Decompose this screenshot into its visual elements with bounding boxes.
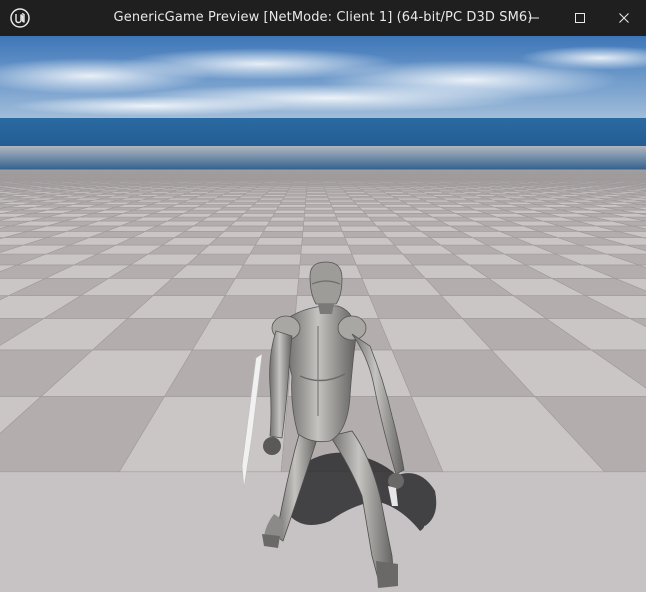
floor-tile: [210, 295, 298, 319]
minimize-icon: [529, 17, 539, 19]
game-scene: [0, 36, 646, 592]
floor-tile: [234, 264, 301, 279]
maximize-button[interactable]: [560, 0, 600, 36]
title-bar[interactable]: GenericGame Preview [NetMode: Client 1] …: [0, 0, 646, 36]
floor-tile: [224, 278, 300, 296]
close-button[interactable]: [604, 0, 644, 36]
game-viewport[interactable]: [0, 36, 646, 592]
minimize-button[interactable]: [514, 0, 554, 36]
close-icon: [619, 13, 629, 23]
maximize-icon: [575, 13, 585, 23]
game-preview-window: GenericGame Preview [NetMode: Client 1] …: [0, 0, 646, 592]
